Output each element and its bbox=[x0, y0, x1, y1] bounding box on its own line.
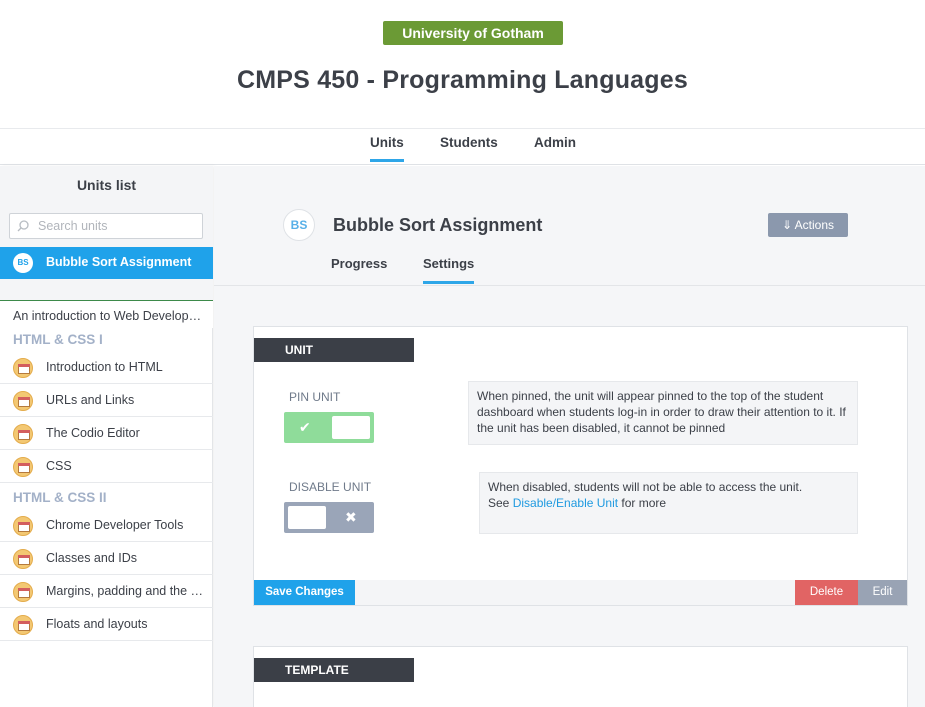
course-link-label: An introduction to Web Development bbox=[13, 309, 205, 323]
search-box[interactable] bbox=[9, 213, 203, 239]
unit-avatar: BS bbox=[283, 209, 315, 241]
course-title: CMPS 450 - Programming Languages bbox=[237, 66, 688, 94]
tab-progress[interactable]: Progress bbox=[331, 256, 387, 271]
pin-help-text: When pinned, the unit will appear pinned… bbox=[468, 381, 858, 445]
list-item[interactable]: Introduction to HTML bbox=[0, 351, 213, 384]
card-heading: UNIT bbox=[254, 338, 414, 362]
list-item-label: Floats and layouts bbox=[46, 617, 148, 631]
delete-button[interactable]: Delete bbox=[795, 580, 858, 605]
actions-button[interactable]: ⇓ Actions bbox=[768, 213, 848, 237]
unit-page-icon bbox=[13, 424, 33, 444]
template-card: TEMPLATE bbox=[253, 646, 908, 707]
list-item-label: Margins, padding and the box model bbox=[46, 584, 206, 598]
unit-page-icon bbox=[13, 582, 33, 602]
tab-students[interactable]: Students bbox=[440, 135, 498, 150]
unit-page-icon bbox=[13, 549, 33, 569]
sidebar-item-selected[interactable]: BS Bubble Sort Assignment bbox=[0, 247, 213, 279]
list-item-label: CSS bbox=[46, 459, 72, 473]
unit-page-icon bbox=[13, 457, 33, 477]
unit-page-icon bbox=[13, 615, 33, 635]
list-item[interactable]: CSS bbox=[0, 450, 213, 483]
toggle-knob bbox=[332, 416, 370, 439]
list-item-label: Chrome Developer Tools bbox=[46, 518, 184, 532]
section-heading: HTML & CSS I bbox=[13, 332, 103, 347]
close-icon: ✖ bbox=[345, 509, 357, 525]
main-panel: BS Bubble Sort Assignment ⇓ Actions Prog… bbox=[214, 166, 925, 707]
see-text: See bbox=[488, 496, 513, 510]
page-header: University of Gotham CMPS 450 - Programm… bbox=[0, 0, 925, 165]
units-sidebar: Units list BS Bubble Sort Assignment An … bbox=[0, 166, 213, 707]
disable-unit-toggle[interactable]: ✖ bbox=[284, 502, 374, 533]
pin-unit-toggle[interactable]: ✔ bbox=[284, 412, 374, 443]
save-button[interactable]: Save Changes bbox=[254, 580, 355, 605]
top-nav: Units Students Admin bbox=[0, 128, 925, 165]
disable-help-see: See Disable/Enable Unit for more bbox=[488, 495, 849, 511]
list-item[interactable]: Classes and IDs bbox=[0, 542, 213, 575]
sidebar-title: Units list bbox=[76, 177, 137, 193]
list-item[interactable]: Margins, padding and the box model bbox=[0, 575, 213, 608]
list-item-label: Introduction to HTML bbox=[46, 360, 163, 374]
unit-title: Bubble Sort Assignment bbox=[333, 215, 543, 235]
unit-page-icon bbox=[13, 516, 33, 536]
list-item-label: Classes and IDs bbox=[46, 551, 138, 565]
unit-settings-card: UNIT PIN UNIT ✔ When pinned, the unit wi… bbox=[253, 326, 908, 606]
list-item[interactable]: The Codio Editor bbox=[0, 417, 213, 450]
check-icon: ✔ bbox=[299, 419, 311, 435]
sidebar-item-label: Bubble Sort Assignment bbox=[46, 255, 192, 269]
list-item-label: The Codio Editor bbox=[46, 426, 140, 440]
disable-enable-link[interactable]: Disable/Enable Unit bbox=[513, 496, 618, 510]
sidebar-header: Units list BS Bubble Sort Assignment bbox=[0, 166, 213, 302]
unit-header: BS Bubble Sort Assignment ⇓ Actions Prog… bbox=[214, 166, 925, 286]
disable-help-line: When disabled, students will not be able… bbox=[488, 480, 803, 494]
list-item[interactable]: Chrome Developer Tools bbox=[0, 509, 213, 542]
tab-units[interactable]: Units bbox=[370, 135, 404, 162]
unit-page-icon bbox=[13, 391, 33, 411]
org-badge[interactable]: University of Gotham bbox=[383, 21, 563, 45]
list-item[interactable]: URLs and Links bbox=[0, 384, 213, 417]
tab-admin[interactable]: Admin bbox=[534, 135, 576, 150]
unit-page-icon bbox=[13, 358, 33, 378]
section-heading: HTML & CSS II bbox=[13, 490, 107, 505]
disable-unit-label: DISABLE UNIT bbox=[289, 480, 372, 494]
toggle-knob bbox=[288, 506, 326, 529]
search-icon bbox=[17, 220, 29, 232]
unit-avatar: BS bbox=[13, 253, 33, 273]
disable-help-text: When disabled, students will not be able… bbox=[479, 472, 858, 534]
course-link[interactable]: An introduction to Web Development bbox=[0, 300, 213, 328]
card-heading: TEMPLATE bbox=[254, 658, 414, 682]
tab-settings[interactable]: Settings bbox=[423, 256, 475, 284]
list-item[interactable]: Floats and layouts bbox=[0, 608, 213, 641]
for-more-text: for more bbox=[618, 496, 667, 510]
card-footer: Save Changes Delete Edit bbox=[254, 580, 907, 605]
pin-unit-label: PIN UNIT bbox=[289, 390, 341, 404]
list-item-label: URLs and Links bbox=[46, 393, 135, 407]
edit-button[interactable]: Edit bbox=[858, 580, 907, 605]
search-input[interactable] bbox=[38, 217, 198, 235]
